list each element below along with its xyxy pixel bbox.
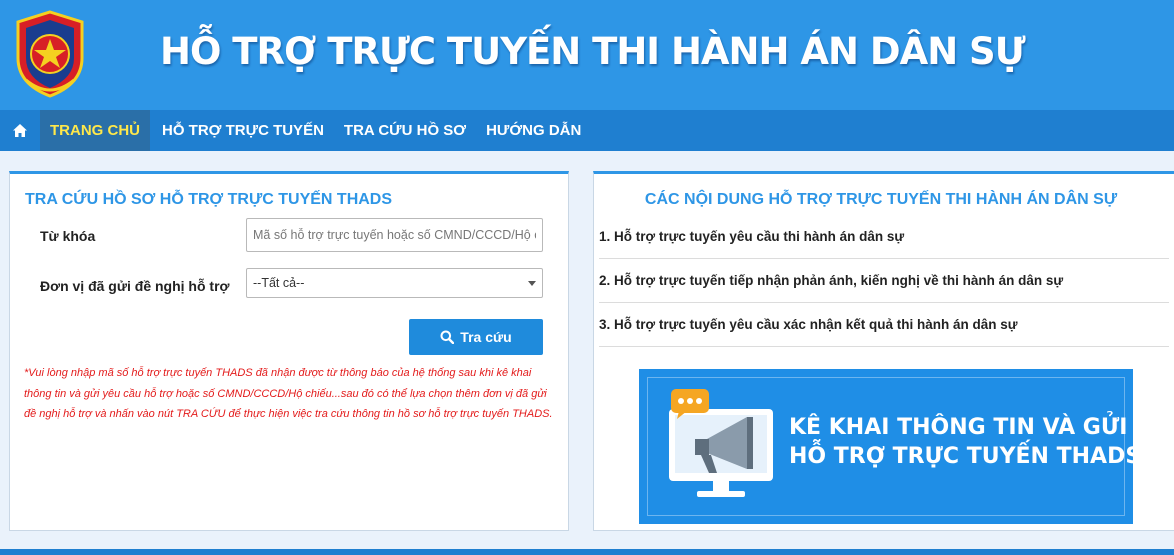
unit-label: Đơn vị đã gửi đề nghị hỗ trợ: [40, 278, 230, 294]
keyword-label: Từ khóa: [40, 228, 96, 244]
search-button-label: Tra cứu: [460, 329, 512, 345]
chevron-down-icon: [528, 280, 536, 286]
megaphone-monitor-icon: [669, 389, 773, 497]
nav-item-ho-tro-truc-tuyen[interactable]: HỖ TRỢ TRỰC TUYẾN: [152, 110, 334, 151]
banner-line-2: HỖ TRỢ TRỰC TUYẾN THADS: [789, 444, 1133, 469]
site-title: HỖ TRỢ TRỰC TUYẾN THI HÀNH ÁN DÂN SỰ: [160, 30, 1026, 73]
search-button[interactable]: Tra cứu: [409, 319, 543, 355]
search-help-note: *Vui lòng nhập mã số hỗ trợ trực tuyến T…: [24, 367, 553, 420]
topics-panel-title: CÁC NỘI DUNG HỖ TRỢ TRỰC TUYẾN THI HÀNH …: [644, 191, 1118, 208]
declaration-banner[interactable]: KÊ KHAI THÔNG TIN VÀ GỬI HỖ TRỢ TRỰC TUY…: [639, 369, 1133, 524]
site-header: HỖ TRỢ TRỰC TUYẾN THI HÀNH ÁN DÂN SỰ: [0, 0, 1174, 110]
unit-select[interactable]: --Tất cả--: [246, 268, 543, 298]
search-icon: [440, 330, 455, 344]
search-panel-title: TRA CỨU HỒ SƠ HỖ TRỢ TRỰC TUYẾN THADS: [25, 191, 393, 208]
court-emblem-logo[interactable]: [8, 8, 92, 100]
nav-item-huong-dan[interactable]: HƯỚNG DẪN: [476, 110, 591, 151]
main-nav: TRANG CHỦ HỖ TRỢ TRỰC TUYẾN TRA CỨU HỒ S…: [0, 110, 1174, 151]
nav-item-tra-cuu-ho-so[interactable]: TRA CỨU HỒ SƠ: [334, 110, 476, 151]
footer-bar: [0, 549, 1174, 555]
banner-text: KÊ KHAI THÔNG TIN VÀ GỬI HỖ TRỢ TRỰC TUY…: [789, 413, 1133, 471]
topic-item-2[interactable]: 2. Hỗ trợ trực tuyến tiếp nhận phản ánh,…: [599, 259, 1169, 303]
unit-select-value: --Tất cả--: [253, 276, 305, 290]
nav-item-trang-chu[interactable]: TRANG CHỦ: [40, 110, 150, 151]
banner-line-1: KÊ KHAI THÔNG TIN VÀ GỬI: [789, 415, 1128, 440]
topic-item-3[interactable]: 3. Hỗ trợ trực tuyến yêu cầu xác nhận kế…: [599, 303, 1169, 347]
home-icon: [13, 124, 27, 137]
search-panel: TRA CỨU HỒ SƠ HỖ TRỢ TRỰC TUYẾN THADS Từ…: [9, 171, 569, 531]
topic-item-1[interactable]: 1. Hỗ trợ trực tuyến yêu cầu thi hành án…: [599, 215, 1169, 259]
nav-home[interactable]: [0, 110, 40, 151]
topics-panel: CÁC NỘI DUNG HỖ TRỢ TRỰC TUYẾN THI HÀNH …: [593, 171, 1174, 531]
keyword-input[interactable]: [246, 218, 543, 252]
